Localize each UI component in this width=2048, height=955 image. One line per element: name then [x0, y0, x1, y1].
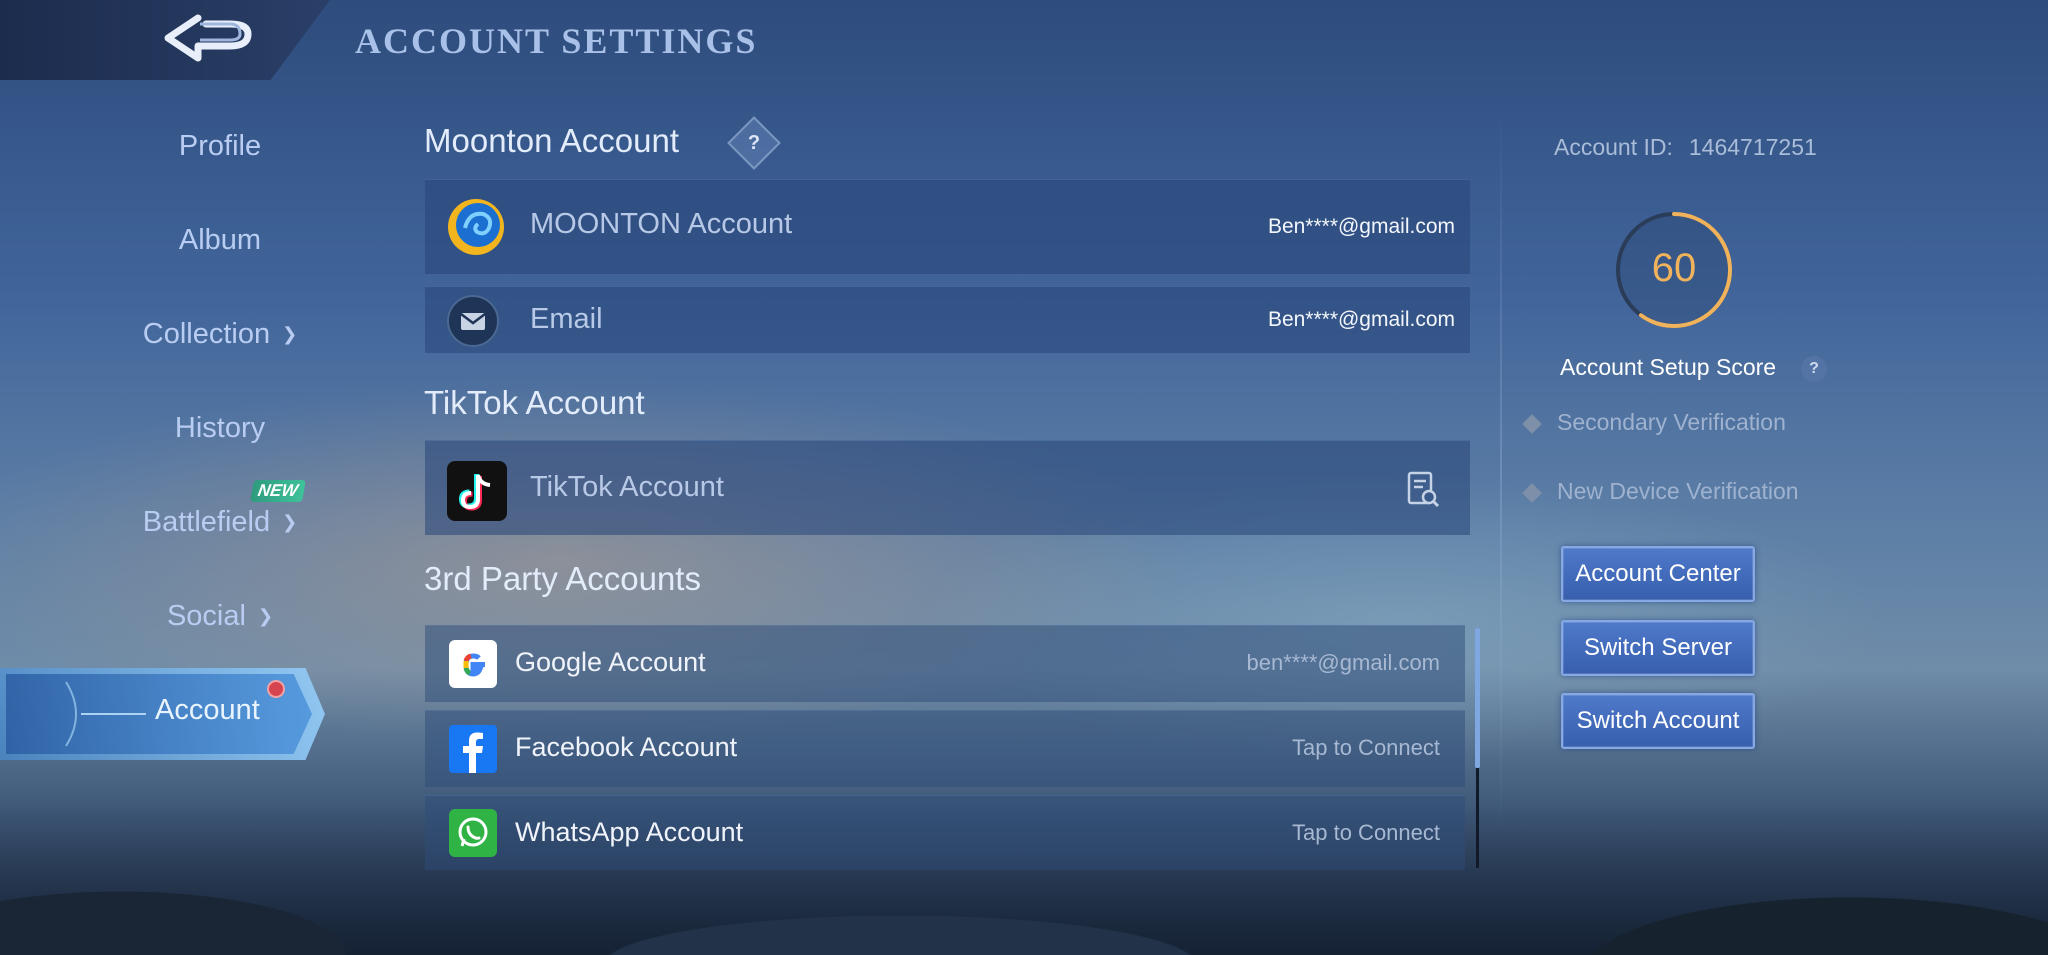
account-id-label: Account ID: — [1554, 134, 1673, 160]
row-value: Ben****@gmail.com — [1267, 215, 1455, 238]
sidebar-item-label: Account — [155, 694, 260, 726]
email-row[interactable]: Email Ben****@gmail.com — [425, 286, 1470, 353]
sidebar-item-album[interactable]: Album — [70, 224, 370, 257]
diamond-icon — [1522, 414, 1542, 434]
tiktok-account-row[interactable]: TikTok Account — [425, 440, 1470, 535]
sidebar-item-label: Album — [178, 224, 262, 256]
sidebar-item-social[interactable]: Social ❯ — [70, 600, 370, 633]
document-search-icon[interactable] — [1406, 471, 1440, 509]
tiktok-section-title: TikTok Account — [424, 384, 645, 421]
whatsapp-account-row[interactable]: WhatsApp Account Tap to Connect — [425, 795, 1465, 870]
new-badge: NEW — [250, 480, 306, 502]
sidebar-item-label: Social — [166, 600, 246, 632]
sidebar-item-label: Collection — [142, 318, 271, 350]
facebook-logo-icon — [449, 725, 497, 773]
row-label: TikTok Account — [530, 471, 724, 503]
row-label: Facebook Account — [515, 732, 738, 762]
new-device-verification[interactable]: New Device Verification — [1522, 478, 1799, 505]
back-arrow-icon — [164, 14, 252, 62]
moonton-account-row[interactable]: MOONTON Account Ben****@gmail.com — [425, 179, 1470, 274]
switch-server-button[interactable]: Switch Server — [1561, 620, 1755, 676]
row-label: Email — [530, 303, 603, 335]
row-value: ben****@gmail.com — [1246, 650, 1440, 675]
account-center-button[interactable]: Account Center — [1561, 546, 1755, 602]
envelope-icon — [447, 295, 499, 347]
sidebar-item-label: Profile — [178, 130, 262, 162]
row-value: Ben****@gmail.com — [1267, 308, 1455, 331]
scrollbar-thumb[interactable] — [1475, 628, 1480, 768]
diamond-icon — [1522, 483, 1542, 503]
sidebar-item-collection[interactable]: Collection ❯ — [70, 318, 370, 351]
chevron-down-icon: ❯ — [257, 606, 274, 626]
third-party-section-title: 3rd Party Accounts — [424, 560, 701, 597]
account-id-value: 1464717251 — [1688, 134, 1817, 160]
moonton-help-button[interactable]: ? — [727, 116, 781, 170]
sidebar-item-battlefield[interactable]: Battlefield ❯ — [70, 506, 370, 539]
score-help-button[interactable]: ? — [1801, 356, 1827, 382]
row-label: MOONTON Account — [530, 208, 793, 240]
back-button[interactable] — [160, 10, 260, 70]
switch-account-button[interactable]: Switch Account — [1561, 693, 1755, 749]
sidebar-item-profile[interactable]: Profile — [70, 130, 370, 163]
sidebar-item-history[interactable]: History — [70, 412, 370, 445]
moonton-logo-icon — [448, 199, 504, 255]
row-value: Tap to Connect — [1292, 735, 1440, 760]
page-title: ACCOUNT SETTINGS — [355, 21, 758, 61]
row-label: Google Account — [515, 647, 706, 677]
whatsapp-logo-icon — [449, 809, 497, 857]
secondary-verification[interactable]: Secondary Verification — [1522, 409, 1786, 436]
chevron-down-icon: ❯ — [282, 324, 298, 344]
sidebar-item-label: History — [174, 412, 266, 444]
google-account-row[interactable]: Google Account ben****@gmail.com — [425, 625, 1465, 702]
tiktok-logo-icon — [447, 461, 507, 521]
facebook-account-row[interactable]: Facebook Account Tap to Connect — [425, 710, 1465, 787]
chevron-down-icon: ❯ — [282, 512, 298, 532]
row-label: WhatsApp Account — [515, 817, 744, 847]
google-logo-icon — [449, 640, 497, 688]
verification-label: New Device Verification — [1557, 478, 1799, 504]
verification-label: Secondary Verification — [1557, 409, 1786, 435]
score-label: Account Setup Score — [1560, 354, 1777, 380]
row-value: Tap to Connect — [1292, 820, 1440, 845]
help-icon: ? — [747, 132, 761, 154]
panel-divider — [1500, 110, 1502, 830]
help-icon: ? — [1809, 360, 1819, 377]
account-id: Account ID: 1464717251 — [1554, 134, 1817, 161]
moonton-section-title: Moonton Account — [424, 122, 680, 159]
score-value: 60 — [1651, 246, 1697, 290]
notification-dot — [267, 680, 285, 698]
sidebar-item-label: Battlefield — [142, 506, 271, 538]
